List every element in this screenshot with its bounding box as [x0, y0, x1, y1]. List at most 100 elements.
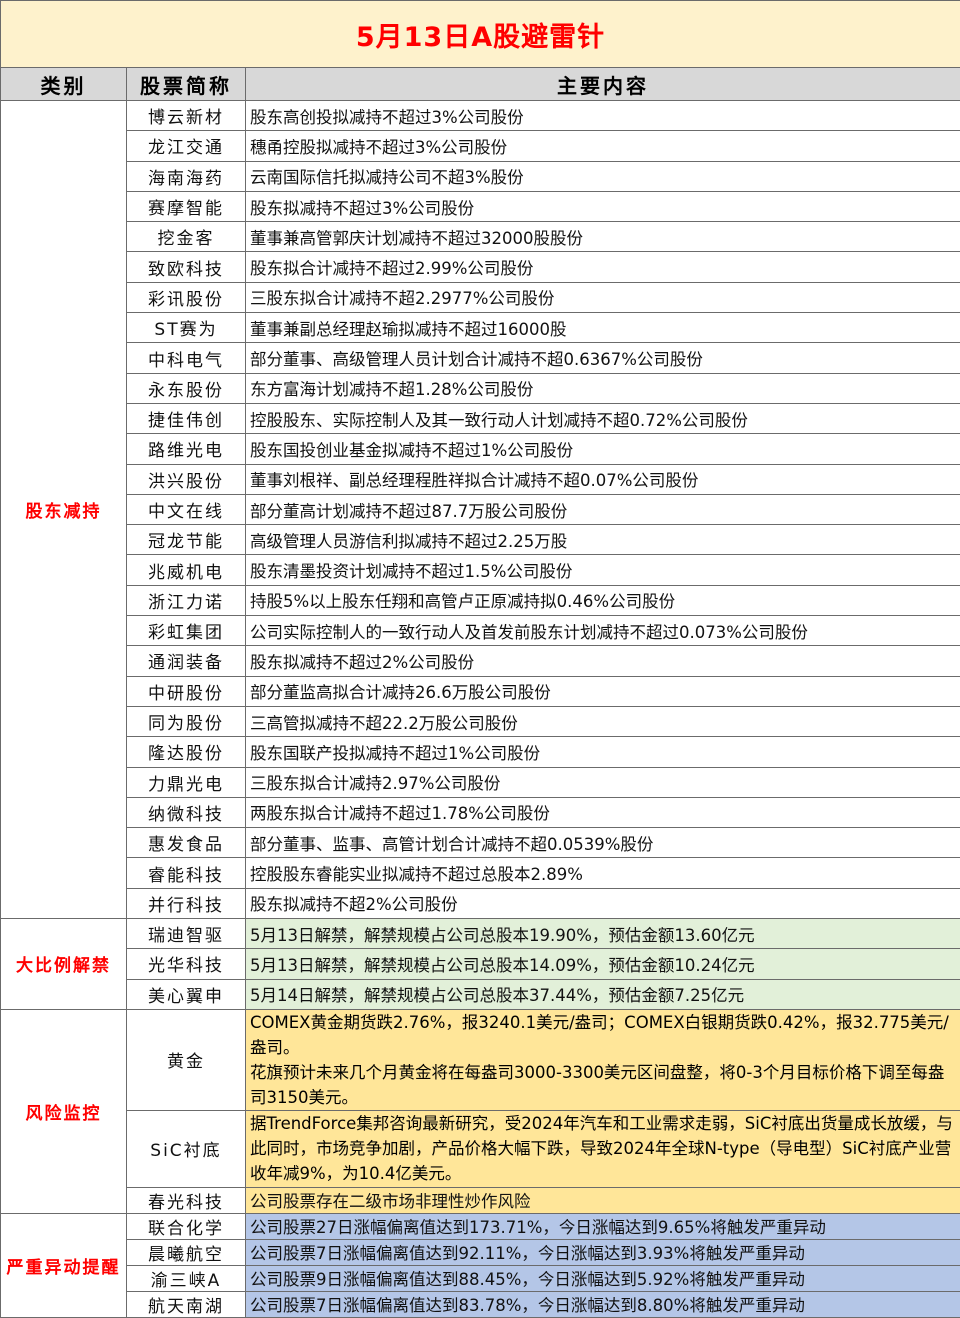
- risk-table: 5月13日A股避雷针 类别 股票简称 主要内容 股东减持博云新材股东高创投拟减持…: [0, 0, 960, 1318]
- table-row: SiC衬底据TrendForce集邦咨询最新研究，受2024年汽车和工业需求走弱…: [1, 1110, 960, 1187]
- stock-content: 部分董事、监事、高管计划合计减持不超0.0539%股份: [246, 828, 960, 858]
- stock-content: 两股东拟合计减持不超过1.78%公司股份: [246, 797, 960, 827]
- table-row: 致欧科技股东拟合计减持不超过2.99%公司股份: [1, 252, 960, 282]
- stock-content: 公司股票7日涨幅偏离值达到92.11%，今日涨幅达到3.93%将触发严重异动: [246, 1239, 960, 1265]
- table-row: 中文在线部分董高计划减持不超过87.7万股公司股份: [1, 494, 960, 524]
- table-row: 中科电气部分董事、高级管理人员计划合计减持不超0.6367%公司股份: [1, 343, 960, 373]
- stock-content: 穗甬控股拟减持不超过3%公司股份: [246, 131, 960, 161]
- stock-name: 航天南湖: [127, 1291, 246, 1317]
- table-row: 挖金客董事兼高管郭庆计划减持不超过32000股股份: [1, 222, 960, 252]
- stock-content: 董事兼副总经理赵瑜拟减持不超过16000股: [246, 313, 960, 343]
- stock-name: 黄金: [127, 1009, 246, 1110]
- stock-name: 致欧科技: [127, 252, 246, 282]
- table-row: 彩讯股份三股东拟合计减持不超2.2977%公司股份: [1, 282, 960, 312]
- stock-name: 光华科技: [127, 949, 246, 979]
- category-cell: 股东减持: [1, 101, 127, 919]
- page-title: 5月13日A股避雷针: [1, 1, 960, 68]
- header-name: 股票简称: [127, 68, 246, 101]
- table-row: 股东减持博云新材股东高创投拟减持不超过3%公司股份: [1, 101, 960, 131]
- stock-content: 股东国投创业基金拟减持不超过1%公司股份: [246, 434, 960, 464]
- stock-content: 股东国联产投拟减持不超过1%公司股份: [246, 737, 960, 767]
- table-row: 渝三峡A公司股票9日涨幅偏离值达到88.45%，今日涨幅达到5.92%将触发严重…: [1, 1265, 960, 1291]
- stock-name: 兆威机电: [127, 555, 246, 585]
- table-row: 并行科技股东拟减持不超2%公司股份: [1, 888, 960, 918]
- stock-content: 股东拟减持不超2%公司股份: [246, 888, 960, 918]
- stock-content: 股东拟减持不超过2%公司股份: [246, 646, 960, 676]
- stock-name: 美心翼申: [127, 979, 246, 1009]
- table-row: 航天南湖公司股票7日涨幅偏离值达到83.78%，今日涨幅达到8.80%将触发严重…: [1, 1291, 960, 1317]
- stock-content: 5月13日解禁，解禁规模占公司总股本14.09%，预估金额10.24亿元: [246, 949, 960, 979]
- header-row: 类别 股票简称 主要内容: [1, 68, 960, 101]
- stock-content: 股东清墨投资计划减持不超过1.5%公司股份: [246, 555, 960, 585]
- stock-content: 公司股票27日涨幅偏离值达到173.71%，今日涨幅达到9.65%将触发严重异动: [246, 1213, 960, 1239]
- stock-content: 东方富海计划减持不超1.28%公司股份: [246, 373, 960, 403]
- category-cell: 严重异动提醒: [1, 1213, 127, 1317]
- stock-content: 股东拟合计减持不超过2.99%公司股份: [246, 252, 960, 282]
- table-row: 美心翼申5月14日解禁，解禁规模占公司总股本37.44%，预估金额7.25亿元: [1, 979, 960, 1009]
- stock-name: 冠龙节能: [127, 525, 246, 555]
- stock-name: 龙江交通: [127, 131, 246, 161]
- stock-content: 控股股东睿能实业拟减持不超过总股本2.89%: [246, 858, 960, 888]
- stock-name: 海南海药: [127, 161, 246, 191]
- stock-name: 中文在线: [127, 494, 246, 524]
- stock-content: 公司股票存在二级市场非理性炒作风险: [246, 1187, 960, 1213]
- stock-content: 股东拟减持不超过3%公司股份: [246, 191, 960, 221]
- table-row: 力鼎光电三股东拟合计减持2.97%公司股份: [1, 767, 960, 797]
- stock-name: 同为股份: [127, 706, 246, 736]
- table-row: 海南海药云南国际信托拟减持公司不超3%股份: [1, 161, 960, 191]
- stock-content: 股东高创投拟减持不超过3%公司股份: [246, 101, 960, 131]
- category-cell: 风险监控: [1, 1009, 127, 1213]
- stock-name: 春光科技: [127, 1187, 246, 1213]
- stock-name: 并行科技: [127, 888, 246, 918]
- table-row: 捷佳伟创控股股东、实际控制人及其一致行动人计划减持不超0.72%公司股份: [1, 403, 960, 433]
- category-cell: 大比例解禁: [1, 919, 127, 1010]
- table-body: 股东减持博云新材股东高创投拟减持不超过3%公司股份龙江交通穗甬控股拟减持不超过3…: [1, 101, 960, 1318]
- table-row: 兆威机电股东清墨投资计划减持不超过1.5%公司股份: [1, 555, 960, 585]
- table-row: 风险监控黄金COMEX黄金期货跌2.76%，报3240.1美元/盎司；COMEX…: [1, 1009, 960, 1110]
- stock-content: 控股股东、实际控制人及其一致行动人计划减持不超0.72%公司股份: [246, 403, 960, 433]
- table-row: 龙江交通穗甬控股拟减持不超过3%公司股份: [1, 131, 960, 161]
- stock-content: 公司股票7日涨幅偏离值达到83.78%，今日涨幅达到8.80%将触发严重异动: [246, 1291, 960, 1317]
- stock-content: 据TrendForce集邦咨询最新研究，受2024年汽车和工业需求走弱，SiC衬…: [246, 1110, 960, 1187]
- stock-content: COMEX黄金期货跌2.76%，报3240.1美元/盎司；COMEX白银期货跌0…: [246, 1009, 960, 1110]
- table-row: 浙江力诺持股5%以上股东任翔和高管卢正原减持拟0.46%公司股份: [1, 585, 960, 615]
- stock-name: 彩讯股份: [127, 282, 246, 312]
- table-row: 春光科技公司股票存在二级市场非理性炒作风险: [1, 1187, 960, 1213]
- stock-content: 5月13日解禁，解禁规模占公司总股本19.90%，预估金额13.60亿元: [246, 919, 960, 949]
- content-paragraph: COMEX黄金期货跌2.76%，报3240.1美元/盎司；COMEX白银期货跌0…: [250, 1010, 958, 1060]
- stock-name: 浙江力诺: [127, 585, 246, 615]
- stock-name: 赛摩智能: [127, 191, 246, 221]
- stock-content: 部分董监高拟合计减持26.6万股公司股份: [246, 676, 960, 706]
- table-row: 赛摩智能股东拟减持不超过3%公司股份: [1, 191, 960, 221]
- stock-name: 睿能科技: [127, 858, 246, 888]
- stock-content: 5月14日解禁，解禁规模占公司总股本37.44%，预估金额7.25亿元: [246, 979, 960, 1009]
- table-row: 永东股份东方富海计划减持不超1.28%公司股份: [1, 373, 960, 403]
- stock-content: 云南国际信托拟减持公司不超3%股份: [246, 161, 960, 191]
- content-paragraph: 花旗预计未来几个月黄金将在每盎司3000-3300美元区间盘整，将0-3个月目标…: [250, 1060, 958, 1110]
- table-row: 路维光电股东国投创业基金拟减持不超过1%公司股份: [1, 434, 960, 464]
- stock-name: 力鼎光电: [127, 767, 246, 797]
- stock-name: 通润装备: [127, 646, 246, 676]
- table-row: 中研股份部分董监高拟合计减持26.6万股公司股份: [1, 676, 960, 706]
- stock-content: 公司股票9日涨幅偏离值达到88.45%，今日涨幅达到5.92%将触发严重异动: [246, 1265, 960, 1291]
- table-row: 冠龙节能高级管理人员游信利拟减持不超过2.25万股: [1, 525, 960, 555]
- stock-content: 部分董事、高级管理人员计划合计减持不超0.6367%公司股份: [246, 343, 960, 373]
- table-row: 晨曦航空公司股票7日涨幅偏离值达到92.11%，今日涨幅达到3.93%将触发严重…: [1, 1239, 960, 1265]
- stock-name: 彩虹集团: [127, 616, 246, 646]
- stock-name: 联合化学: [127, 1213, 246, 1239]
- table-row: 严重异动提醒联合化学公司股票27日涨幅偏离值达到173.71%，今日涨幅达到9.…: [1, 1213, 960, 1239]
- stock-content: 董事兼高管郭庆计划减持不超过32000股股份: [246, 222, 960, 252]
- stock-name: SiC衬底: [127, 1110, 246, 1187]
- table-row: 隆达股份股东国联产投拟减持不超过1%公司股份: [1, 737, 960, 767]
- stock-content: 部分董高计划减持不超过87.7万股公司股份: [246, 494, 960, 524]
- table-row: 彩虹集团公司实际控制人的一致行动人及首发前股东计划减持不超过0.073%公司股份: [1, 616, 960, 646]
- stock-content: 持股5%以上股东任翔和高管卢正原减持拟0.46%公司股份: [246, 585, 960, 615]
- table-row: 洪兴股份董事刘根祥、副总经理程胜祥拟合计减持不超0.07%公司股份: [1, 464, 960, 494]
- table-row: 睿能科技控股股东睿能实业拟减持不超过总股本2.89%: [1, 858, 960, 888]
- stock-name: 博云新材: [127, 101, 246, 131]
- table-row: 通润装备股东拟减持不超过2%公司股份: [1, 646, 960, 676]
- stock-name: 挖金客: [127, 222, 246, 252]
- table-row: ST赛为董事兼副总经理赵瑜拟减持不超过16000股: [1, 313, 960, 343]
- stock-name: 中科电气: [127, 343, 246, 373]
- stock-content: 三高管拟减持不超22.2万股公司股份: [246, 706, 960, 736]
